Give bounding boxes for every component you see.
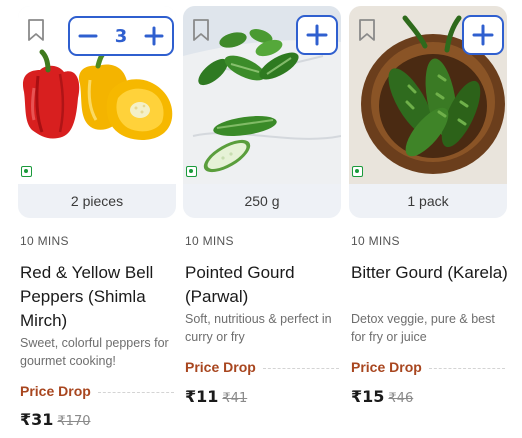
pack-size: 1 pack (407, 193, 449, 209)
price-row: ₹31 ₹170 (20, 410, 91, 429)
original-price: ₹170 (57, 414, 91, 429)
selling-price: ₹31 (20, 410, 54, 429)
selling-price: ₹11 (185, 387, 219, 406)
quantity-stepper[interactable]: 3 (68, 16, 174, 56)
divider (263, 368, 339, 369)
product-card[interactable]: 1 pack 10 MINS Bitter Gourd (Karela) Det… (349, 0, 509, 438)
minus-icon[interactable] (78, 26, 98, 46)
delivery-eta: 10 MINS (185, 234, 234, 248)
veg-indicator-icon (186, 166, 197, 177)
product-name[interactable]: Red & Yellow Bell Peppers (Shimla Mirch) (20, 261, 178, 333)
price-row: ₹11 ₹41 (185, 387, 247, 406)
product-name[interactable]: Pointed Gourd (Parwal) (185, 261, 343, 309)
price-drop-badge: Price Drop (185, 359, 256, 375)
plus-icon (472, 24, 494, 46)
bookmark-icon[interactable] (192, 18, 210, 42)
delivery-eta: 10 MINS (20, 234, 69, 248)
price-row: ₹15 ₹46 (351, 387, 413, 406)
product-image-box[interactable]: 250 g (183, 6, 341, 218)
product-card[interactable]: 3 2 pieces 10 MINS Red & Yellow Bell Pep… (18, 0, 176, 438)
price-drop-badge: Price Drop (20, 383, 91, 399)
add-button[interactable] (296, 15, 338, 55)
product-description: Sweet, colorful peppers for gourmet cook… (20, 336, 169, 368)
cart-count: 3 (114, 25, 128, 47)
original-price: ₹46 (388, 391, 414, 406)
add-button[interactable] (462, 15, 504, 55)
divider (98, 392, 174, 393)
selling-price: ₹15 (351, 387, 385, 406)
bookmark-icon[interactable] (358, 18, 376, 42)
delivery-eta: 10 MINS (351, 234, 400, 248)
original-price: ₹41 (222, 391, 248, 406)
price-drop-badge: Price Drop (351, 359, 422, 375)
product-description: Detox veggie, pure & best for fry or jui… (351, 312, 495, 344)
product-card[interactable]: 250 g 10 MINS Pointed Gourd (Parwal) Sof… (183, 0, 341, 438)
veg-indicator-icon (352, 166, 363, 177)
divider (429, 368, 505, 369)
pack-size: 2 pieces (70, 193, 124, 209)
product-image-box[interactable]: 3 2 pieces (18, 6, 176, 218)
product-image-box[interactable]: 1 pack (349, 6, 507, 218)
pack-size: 250 g (244, 193, 280, 209)
veg-indicator-icon (21, 166, 32, 177)
plus-icon (306, 24, 328, 46)
bookmark-icon[interactable] (27, 18, 45, 42)
plus-icon[interactable] (144, 26, 164, 46)
product-description: Soft, nutritious & perfect in curry or f… (185, 312, 332, 344)
product-name[interactable]: Bitter Gourd (Karela) (351, 261, 509, 285)
